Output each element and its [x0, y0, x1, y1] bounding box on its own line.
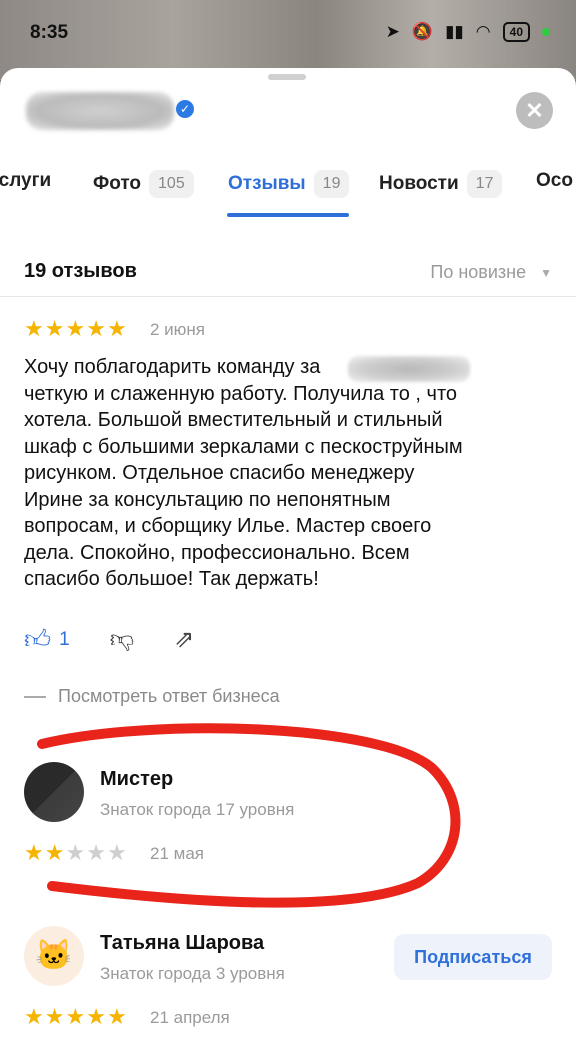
- review-rating: ★ ★ ★ ★ ★: [24, 318, 127, 340]
- business-name-redacted: [26, 92, 174, 130]
- location-icon: ➤: [385, 22, 400, 41]
- star-icon: ★: [65, 316, 86, 341]
- sheet-grabber[interactable]: [268, 74, 306, 80]
- tab-label: Услуги: [0, 170, 52, 191]
- status-bar: 8:35 ➤ 🔕 ▮▮ ◠ 40: [0, 0, 576, 70]
- cat-avatar-icon[interactable]: 🐱: [24, 926, 84, 986]
- star-icon: ★: [24, 1004, 44, 1029]
- tab-features[interactable]: Осо: [536, 170, 573, 192]
- business-card-sheet: ✓ ✕ Услуги Фото 105 Отзывы 19 Новости 17…: [0, 68, 576, 1061]
- star-icon: ★: [44, 316, 65, 341]
- dash-icon: [24, 695, 46, 698]
- battery-icon: 40: [502, 22, 530, 42]
- tab-count: 105: [149, 170, 194, 198]
- subscribe-button[interactable]: Подписаться: [394, 934, 552, 980]
- divider: [0, 296, 576, 297]
- review-rating: ★ ★ ★ ★ ★: [24, 1006, 127, 1028]
- dislike-button[interactable]: 👎︎: [110, 626, 134, 654]
- signal-icon: ▮▮: [445, 22, 464, 41]
- thumbs-down-icon: 👎︎: [109, 625, 135, 653]
- tab-label: Новости: [379, 173, 459, 194]
- review-date: 21 мая: [150, 844, 204, 863]
- redacted-business-name: [348, 356, 470, 382]
- like-button[interactable]: 👍︎ 1: [24, 624, 70, 655]
- active-tab-indicator: [227, 213, 349, 217]
- status-time: 8:35: [30, 22, 69, 43]
- star-icon: ★: [86, 1004, 106, 1029]
- review-author[interactable]: Мистер: [100, 768, 173, 791]
- business-reply-label: Посмотреть ответ бизнеса: [58, 686, 280, 706]
- close-button[interactable]: ✕: [516, 92, 553, 129]
- wifi-icon: ◠: [475, 22, 491, 41]
- view-business-reply-link[interactable]: Посмотреть ответ бизнеса: [24, 686, 280, 707]
- star-icon: ★: [24, 840, 44, 865]
- tab-count: 19: [313, 170, 350, 198]
- star-icon: ★: [106, 316, 127, 341]
- thumbs-up-icon: 👍︎: [24, 624, 52, 654]
- tab-photos[interactable]: Фото 105: [93, 170, 194, 198]
- share-button[interactable]: ⇗: [174, 625, 194, 654]
- star-icon: ★: [65, 840, 86, 865]
- review-date: 21 апреля: [150, 1008, 230, 1027]
- reviews-count-title: 19 отзывов: [24, 260, 137, 282]
- star-icon: ★: [106, 1004, 127, 1029]
- tab-services[interactable]: Услуги: [0, 170, 51, 192]
- review-actions: 👍︎ 1 👎︎ ⇗: [24, 624, 234, 655]
- like-count: 1: [59, 628, 70, 650]
- review-author[interactable]: Татьяна Шарова: [100, 932, 264, 955]
- sort-dropdown[interactable]: По новизне ▼: [430, 262, 552, 283]
- star-icon: ★: [65, 1004, 86, 1029]
- tab-count: 17: [466, 170, 503, 198]
- star-icon: ★: [106, 840, 127, 865]
- tab-label: Фото: [93, 173, 142, 194]
- tab-label: Осо: [536, 170, 573, 191]
- sort-label: По новизне: [430, 262, 527, 282]
- camera-indicator-dot: [542, 28, 550, 36]
- mute-icon: 🔕: [411, 22, 434, 41]
- tab-reviews[interactable]: Отзывы 19: [228, 170, 350, 198]
- tab-label: Отзывы: [228, 173, 306, 194]
- star-icon: ★: [44, 1004, 65, 1029]
- status-icons: ➤ 🔕 ▮▮ ◠ 40: [386, 22, 550, 42]
- share-icon: ⇗: [174, 626, 195, 653]
- star-icon: ★: [86, 316, 106, 341]
- author-level: Знаток города 17 уровня: [100, 800, 295, 819]
- tab-news[interactable]: Новости 17: [379, 170, 503, 198]
- review-date: 2 июня: [150, 320, 206, 339]
- verified-icon: ✓: [176, 100, 194, 118]
- star-icon: ★: [44, 840, 65, 865]
- author-level: Знаток города 3 уровня: [100, 964, 285, 983]
- avatar[interactable]: [24, 762, 84, 822]
- star-icon: ★: [24, 316, 44, 341]
- star-icon: ★: [86, 840, 106, 865]
- review-text: Хочу поблагодарить команду за четкую и с…: [24, 356, 463, 590]
- review-rating: ★ ★ ★ ★ ★: [24, 842, 127, 864]
- chevron-down-icon: ▼: [540, 265, 552, 280]
